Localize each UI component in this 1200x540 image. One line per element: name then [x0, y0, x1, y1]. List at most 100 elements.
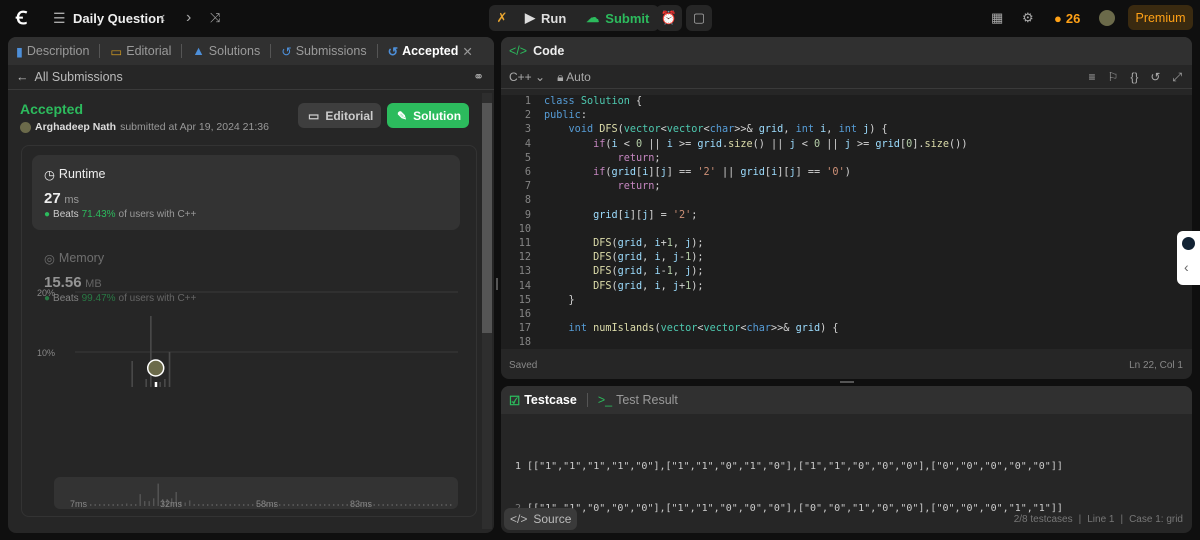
gear-icon[interactable]: ⚙: [1022, 10, 1034, 26]
next-icon[interactable]: ›: [186, 9, 191, 27]
mini-histogram-bar: [288, 504, 290, 506]
notes-icon[interactable]: ▢: [686, 5, 712, 31]
fire-icon: ●: [1054, 10, 1062, 26]
code-panel: </> Code C++ ⌄ 🔒︎ Auto ≡ ⚐ {} ↺ ⤢ 1 2 3 4 5 6…: [501, 37, 1192, 379]
mini-histogram-bar: [378, 504, 380, 506]
run-button[interactable]: ▶ Run: [515, 5, 576, 31]
avatar[interactable]: [1099, 10, 1115, 26]
debug-icon[interactable]: ✗: [489, 5, 515, 31]
auto-mode[interactable]: 🔒︎ Auto: [557, 70, 591, 85]
mini-histogram-bar: [306, 504, 308, 506]
mini-histogram-bar: [207, 504, 209, 506]
problem-list-icon[interactable]: ☰: [53, 10, 66, 27]
mini-histogram-bar: [319, 504, 321, 506]
mini-x-tick-label: 32ms: [160, 499, 183, 509]
cloud-upload-icon: ☁: [586, 10, 600, 25]
mini-histogram-bar: [153, 498, 155, 506]
streak-counter[interactable]: ● 26: [1054, 11, 1080, 26]
lock-icon: 🔒︎: [557, 70, 564, 84]
mini-histogram-bar: [279, 504, 281, 506]
checkbox-icon: ☑: [509, 393, 521, 408]
panel-resize-handle[interactable]: [496, 278, 498, 290]
tab-test-result[interactable]: >_ Test Result: [598, 393, 678, 407]
mini-histogram-bar: [90, 504, 92, 506]
cursor-position: Ln 22, Col 1: [1129, 360, 1183, 371]
code-icon: </>: [509, 44, 528, 58]
code-editor[interactable]: 1 2 3 4 5 6 7 8 9 10 11 12 13 14 15 16 1…: [501, 95, 1192, 349]
mini-histogram-bar: [292, 504, 294, 506]
mini-histogram-bar: [157, 483, 159, 506]
reset-icon[interactable]: ↺: [1150, 70, 1160, 85]
submission-panel: ▮ Description ▭ Editorial ▲ Solutions ↺ Subm…: [8, 37, 494, 533]
line-numbers: 1 2 3 4 5 6 7 8 9 10 11 12 13 14 15 16 1…: [518, 96, 531, 349]
mini-histogram-bar: [126, 503, 128, 506]
expand-icon[interactable]: ⤢: [1172, 70, 1182, 85]
scrollbar[interactable]: [482, 93, 492, 529]
shuffle-icon[interactable]: ⤨: [210, 10, 220, 26]
mini-histogram-bar: [382, 504, 384, 506]
bookmark-icon[interactable]: ⚐: [1108, 70, 1119, 85]
mini-histogram-bar: [387, 504, 389, 506]
mini-histogram-bar: [315, 504, 317, 506]
mini-histogram-bar: [184, 502, 186, 506]
mini-histogram-bar: [391, 504, 393, 506]
assistant-icon: [1182, 237, 1195, 250]
mini-histogram-bar: [220, 504, 222, 506]
mini-histogram-bar: [103, 504, 105, 506]
mini-x-tick-label: 83ms: [350, 499, 373, 509]
layout-icon[interactable]: ▦: [991, 10, 1003, 26]
testcase-input[interactable]: 1 [["1","1","1","1","0"],["1","1","0","1…: [515, 432, 1063, 533]
mini-histogram-bar: [135, 504, 137, 506]
mini-histogram-bar: [310, 504, 312, 506]
testcase-tabs: ☑ Testcase >_ Test Result: [501, 386, 1192, 414]
testcase-line: 2 [["1","1","0","0","0"],["1","1","0","0…: [515, 503, 1063, 514]
mini-histogram-bar: [229, 504, 231, 506]
terminal-icon: >_: [597, 393, 613, 407]
mini-histogram-bar: [130, 504, 132, 506]
mini-histogram-bar: [342, 504, 344, 506]
mini-x-tick-label: 7ms: [70, 499, 88, 509]
source-button[interactable]: </> Source: [504, 508, 578, 530]
mini-histogram-bar: [423, 504, 425, 506]
mini-histogram-bar: [337, 504, 339, 506]
mini-histogram-bar: [445, 504, 447, 506]
mini-histogram-bar: [144, 501, 146, 506]
mini-histogram-bar: [108, 504, 110, 506]
top-bar: Ꞓ ☰ Daily Question ‹ › ⤨ ✗ ▶ Run ☁ Submit …: [0, 0, 1200, 36]
mini-histogram-bar: [328, 504, 330, 506]
vertical-resize-handle[interactable]: [840, 381, 854, 383]
submit-button[interactable]: ☁ Submit: [576, 5, 659, 31]
chevron-down-icon: ⌄: [535, 70, 546, 84]
prev-icon[interactable]: ‹: [160, 9, 165, 27]
mini-histogram-bar: [121, 504, 123, 506]
mini-histogram-bar: [202, 504, 204, 506]
mini-histogram-bar: [432, 504, 434, 506]
mini-histogram-bar: [400, 504, 402, 506]
play-icon: ▶: [525, 10, 535, 25]
mini-histogram-bar: [252, 504, 254, 506]
tab-testcase[interactable]: ☑ Testcase: [509, 393, 577, 408]
mini-histogram-bar: [189, 500, 191, 506]
mini-histogram-bar: [283, 504, 285, 506]
mini-histogram-bar: [450, 504, 452, 506]
leetcode-logo-icon[interactable]: Ꞓ: [16, 6, 27, 30]
premium-button[interactable]: Premium: [1128, 5, 1193, 30]
braces-icon[interactable]: {}: [1130, 70, 1138, 85]
side-widget[interactable]: ‹: [1177, 231, 1200, 285]
testcase-line: 1 [["1","1","1","1","0"],["1","1","0","1…: [515, 461, 1063, 472]
mini-histogram-bar: [405, 504, 407, 506]
mini-histogram-bar: [112, 504, 114, 506]
mini-histogram-bar: [373, 504, 375, 506]
mini-histogram-bar: [396, 504, 398, 506]
mini-histogram-bar: [427, 504, 429, 506]
saved-status: Saved: [509, 360, 538, 371]
timer-icon[interactable]: ⏰: [656, 5, 682, 31]
format-icon[interactable]: ≡: [1089, 70, 1096, 85]
daily-question-title[interactable]: Daily Question: [73, 11, 164, 26]
mini-histogram-bar: [414, 504, 416, 506]
mini-histogram-bar: [211, 504, 213, 506]
code-header: </> Code: [501, 37, 1192, 65]
language-select[interactable]: C++ ⌄: [509, 70, 545, 85]
mini-histogram-bar: [117, 504, 119, 506]
mini-histogram-bar: [198, 504, 200, 506]
